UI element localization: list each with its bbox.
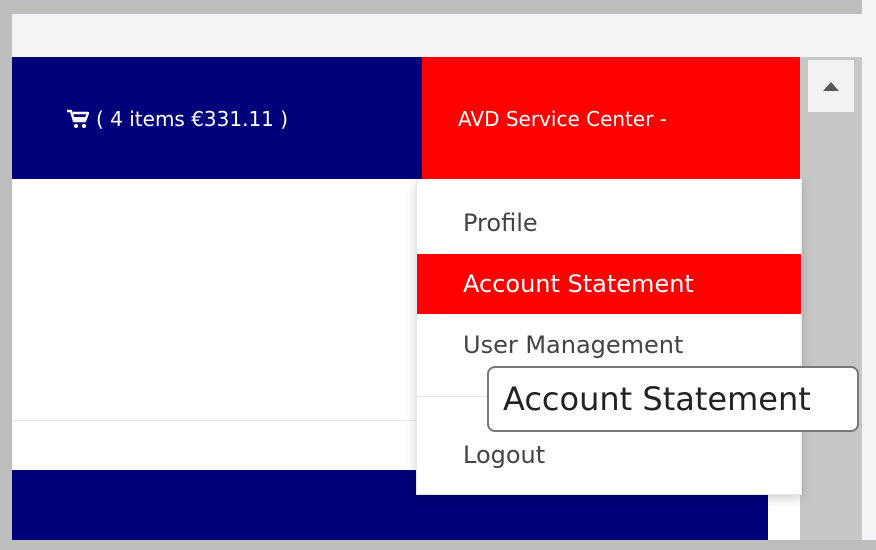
account-statement-tooltip: Account Statement: [487, 366, 859, 432]
window-bottom-frame: [0, 540, 876, 550]
shopping-cart-icon: [67, 109, 90, 128]
page-scrollbar[interactable]: [800, 57, 862, 540]
account-menu-toggle[interactable]: AVD Service Center -: [422, 57, 800, 179]
account-menu-label: AVD Service Center -: [458, 107, 668, 131]
scroll-up-button[interactable]: [808, 60, 854, 112]
cart-summary-link[interactable]: ( 4 items €331.11 ): [66, 104, 288, 134]
top-strip: [12, 14, 862, 58]
menu-item-logout[interactable]: Logout: [417, 425, 801, 485]
window-top-frame: [0, 0, 876, 14]
window-right-frame: [862, 0, 876, 550]
account-dropdown-menu: Profile Account Statement User Managemen…: [416, 179, 802, 495]
menu-item-account-statement[interactable]: Account Statement: [417, 254, 801, 314]
window-left-frame: [0, 0, 12, 550]
content-divider: [12, 420, 420, 421]
menu-item-profile[interactable]: Profile: [417, 193, 801, 253]
chevron-up-icon: [823, 81, 839, 91]
cart-summary-text: ( 4 items €331.11 ): [96, 107, 289, 131]
